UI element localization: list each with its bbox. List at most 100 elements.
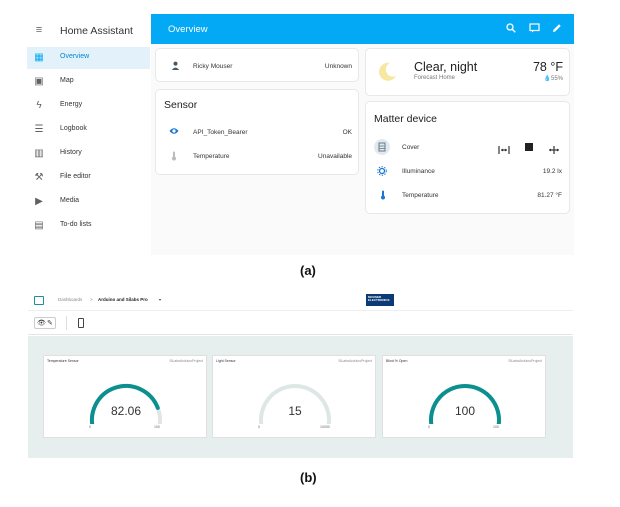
cover-label[interactable]: Cover: [402, 144, 419, 151]
sidebar-item-file-editor[interactable]: ⚒ File editor: [27, 167, 150, 189]
matter-device-card: Matter device Cover Illuminance 19.2 lx …: [365, 101, 570, 214]
eye-icon: [169, 127, 179, 137]
gauge-max: 100: [493, 425, 499, 429]
gauge-min: 0: [428, 425, 430, 429]
widget-title: Temperature Sensor: [47, 359, 79, 363]
sidebar-item-label: History: [60, 149, 82, 156]
sidebar-item-label: To-do lists: [60, 221, 92, 228]
widget-project: SiLabsArduinoProject: [338, 359, 372, 363]
widget-title: Blind % Open: [386, 359, 408, 363]
thermometer-icon: [169, 151, 179, 161]
gauge-widget-light[interactable]: Light Sensor SiLabsArduinoProject 15 0 1…: [212, 355, 376, 438]
sidebar-item-todo[interactable]: ▤ To-do lists: [27, 215, 150, 237]
cover-stop-icon[interactable]: [525, 143, 533, 151]
sidebar-item-map[interactable]: ▣ Map: [27, 71, 150, 93]
gauge-value: 100: [454, 404, 476, 418]
pencil-edit-icon[interactable]: [551, 23, 563, 35]
ha-sidebar: ≡ Home Assistant ▦ Overview ▣ Map ϟ Ener…: [27, 14, 150, 255]
matter-row-name[interactable]: Temperature: [402, 192, 439, 199]
ard-topbar: Dashboards > Arduino and Silabs Pro ▾ MO…: [28, 289, 573, 311]
sidebar-item-media[interactable]: ▶ Media: [27, 191, 150, 213]
toolbar-divider: [66, 316, 67, 330]
ha-topbar: Overview: [151, 14, 574, 44]
widget-project: SiLabsArduinoProject: [508, 359, 542, 363]
page-title: Overview: [168, 24, 208, 35]
humidity-value: 55%: [550, 76, 563, 82]
card-title: Sensor: [164, 99, 198, 111]
wrench-icon: ⚒: [34, 172, 44, 183]
sensor-row-name[interactable]: Temperature: [193, 153, 230, 160]
arduino-dashboard-screenshot: Dashboards > Arduino and Silabs Pro ▾ MO…: [28, 289, 573, 458]
mouser-logo: MOUSER ELECTRONICS: [366, 294, 394, 306]
dashboard-icon: ▦: [34, 52, 44, 63]
cover-open-icon[interactable]: [498, 142, 510, 154]
weather-condition: Clear, night: [414, 60, 478, 74]
gauge-max: 10000: [320, 425, 330, 429]
search-icon[interactable]: [505, 23, 517, 35]
mobile-view-icon[interactable]: [78, 318, 84, 328]
weather-night-moon-icon: [376, 61, 398, 83]
gauge-value: 82.06: [110, 404, 142, 418]
gauge-min: 0: [258, 425, 260, 429]
breadcrumb-current: Arduino and Silabs Pro: [98, 297, 148, 302]
gauge-widget-blind[interactable]: Blind % Open SiLabsArduinoProject 100 0 …: [382, 355, 546, 438]
widget-title: Light Sensor: [216, 359, 236, 363]
sidebar-item-overview[interactable]: ▦ Overview: [27, 47, 150, 69]
map-account-icon: ▣: [34, 76, 44, 87]
cover-icon-badge: [374, 139, 390, 155]
assist-chat-icon[interactable]: [528, 23, 540, 35]
figure-caption-a: (a): [300, 263, 316, 278]
chevron-down-icon[interactable]: ▾: [159, 297, 161, 302]
sidebar-item-logbook[interactable]: ☰ Logbook: [27, 119, 150, 141]
person-name: Ricky Mouser: [193, 63, 233, 70]
chart-box-icon: ▥: [34, 148, 44, 159]
matter-row-name[interactable]: Illuminance: [402, 168, 435, 175]
sensor-row-name[interactable]: API_Token_Bearer: [193, 129, 248, 136]
media-play-icon: ▶: [35, 196, 43, 207]
breadcrumb-separator: >: [90, 297, 93, 302]
weather-humidity: 💧55%: [536, 75, 564, 82]
sidebar-item-label: Media: [60, 197, 80, 204]
home-assistant-screenshot: ≡ Home Assistant ▦ Overview ▣ Map ϟ Ener…: [27, 14, 574, 255]
gauge-min: 0: [89, 425, 91, 429]
pencil-edit-icon[interactable]: ✎: [47, 319, 53, 328]
ard-toolbar: 👁 ✎: [28, 311, 573, 335]
sidebar-item-history[interactable]: ▥ History: [27, 143, 150, 165]
sensor-card: Sensor API_Token_Bearer OK Temperature U…: [155, 89, 359, 175]
sidebar-toggle-icon[interactable]: [34, 296, 44, 305]
logbook-list-icon: ☰: [34, 124, 44, 135]
sidebar-item-label: File editor: [60, 173, 91, 180]
weather-temperature: 78 °F: [532, 60, 563, 74]
gauge-max: 100: [154, 425, 160, 429]
account-icon: [170, 61, 180, 71]
person-card[interactable]: Ricky Mouser Unknown: [155, 48, 359, 82]
sidebar-item-energy[interactable]: ϟ Energy: [27, 95, 150, 117]
matter-row-value: 81.27 °F: [537, 192, 562, 199]
sidebar-item-label: Energy: [60, 101, 83, 108]
app-title: Home Assistant: [60, 25, 133, 37]
eye-icon[interactable]: 👁: [37, 319, 46, 328]
water-drop-icon: 💧: [543, 76, 551, 82]
breadcrumb-root[interactable]: Dashboards: [58, 297, 82, 302]
weather-card[interactable]: Clear, night Forecast Home 78 °F 💧55%: [365, 48, 570, 96]
ard-widgets-area: Temperature Sensor SiLabsArduinoProject …: [28, 336, 573, 458]
thermometer-icon: [378, 190, 388, 200]
sidebar-item-label: Overview: [60, 53, 90, 60]
lightning-bolt-icon: ϟ: [36, 100, 42, 111]
gauge-widget-temperature[interactable]: Temperature Sensor SiLabsArduinoProject …: [43, 355, 207, 438]
ha-main-panel: Overview Ricky Mouser Unknown Sensor API…: [151, 14, 574, 255]
weather-subtitle: Forecast Home: [414, 75, 456, 81]
menu-icon[interactable]: ≡: [33, 24, 45, 36]
gauge-value: 15: [288, 404, 302, 418]
widget-project: SiLabsArduinoProject: [169, 359, 203, 363]
figure-caption-b: (b): [300, 470, 317, 485]
sidebar-item-label: Map: [60, 77, 74, 84]
sensor-row-value: Unavailable: [318, 153, 352, 160]
matter-row-value: 19.2 lx: [542, 168, 562, 175]
person-state: Unknown: [324, 63, 352, 70]
brightness-icon: [377, 166, 387, 176]
clipboard-list-icon: ▤: [34, 220, 44, 231]
sidebar-header: ≡ Home Assistant: [27, 20, 150, 42]
sensor-row-value: OK: [342, 129, 352, 136]
cover-close-icon[interactable]: [548, 142, 560, 154]
